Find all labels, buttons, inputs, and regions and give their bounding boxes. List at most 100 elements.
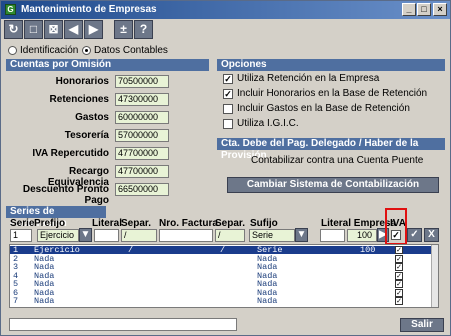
minimize-button[interactable]: _ xyxy=(402,3,416,16)
prefijo-select[interactable]: Ejercicio xyxy=(37,229,79,242)
serie-input[interactable]: 1 xyxy=(10,229,32,242)
series-cell-sufijo: Nada xyxy=(257,279,278,289)
opcion-checkbox[interactable]: ✓ xyxy=(223,74,233,84)
provision-header: Cta. Debe del Pag. Delegado / Haber de l… xyxy=(217,138,445,161)
series-cell-prefijo: Nada xyxy=(34,262,55,272)
series-iva-checkbox[interactable]: ✓ xyxy=(395,280,403,288)
series-cell-num: 1 xyxy=(13,245,19,255)
series-cell-empresa: 100 xyxy=(360,245,376,255)
empresa-value-input[interactable]: 100 xyxy=(347,229,377,242)
opcion-label: Incluir Gastos en la Base de Retención xyxy=(237,103,410,114)
status-bar xyxy=(9,318,237,331)
cuenta-value-input[interactable]: 47700000 xyxy=(115,147,169,160)
sufijo-dropdown-icon[interactable]: ▼ xyxy=(295,228,308,242)
series-row[interactable]: 6 Nada Nada ✓ xyxy=(10,288,433,297)
cuenta-value-input[interactable]: 47300000 xyxy=(115,93,169,106)
title-bar: G Mantenimiento de Empresas _ □ × xyxy=(1,1,450,19)
cuenta-value-input[interactable]: 47700000 xyxy=(115,165,169,178)
series-cell-prefijo: Ejercicio xyxy=(34,245,80,255)
series-cell-sufijo: Nada xyxy=(257,296,278,306)
help-icon[interactable]: ? xyxy=(134,20,153,39)
series-iva-checkbox[interactable]: ✓ xyxy=(395,246,403,254)
cuenta-value-input[interactable]: 66500000 xyxy=(115,183,169,196)
col-prefijo: Prefijo xyxy=(34,218,66,229)
series-iva-checkbox[interactable]: ✓ xyxy=(395,271,403,280)
cuenta-label: Retenciones xyxy=(49,94,109,105)
series-cell-sep1: / xyxy=(128,245,134,255)
series-scrollbar[interactable] xyxy=(431,245,438,307)
cuenta-value-input[interactable]: 70500000 xyxy=(115,75,169,88)
cuenta-value-input[interactable]: 57000000 xyxy=(115,129,169,142)
opcion-checkbox[interactable] xyxy=(223,119,233,129)
opcion-checkbox[interactable]: ✓ xyxy=(223,89,233,99)
series-row[interactable]: 7 Nada Nada ✓ xyxy=(10,297,433,305)
tab-datos-contables-radio[interactable] xyxy=(82,46,91,55)
opcion-label: Utiliza I.G.I.C. xyxy=(237,118,299,129)
series-iva-checkbox[interactable]: ✓ xyxy=(395,297,403,305)
cuenta-label: Tesorería xyxy=(64,130,109,141)
series-header: Series de Facturación xyxy=(6,206,106,229)
col-nro-factura: Nro. Factura xyxy=(159,218,218,229)
sufijo-select[interactable]: Serie xyxy=(249,229,295,242)
series-row[interactable]: 3 Nada Nada ✓ xyxy=(10,263,433,271)
col-literal: Literal xyxy=(92,218,123,229)
series-row[interactable]: 4 Nada Nada ✓ xyxy=(10,271,433,280)
literal-input[interactable] xyxy=(94,229,119,242)
tab-identificacion-radio[interactable] xyxy=(8,46,17,55)
tab-datos-contables[interactable]: Datos Contables xyxy=(94,45,168,56)
series-cell-prefijo: Nada xyxy=(34,279,55,289)
col-separ: Separ. xyxy=(121,218,152,229)
series-cell-sep2: / xyxy=(220,245,226,255)
col-sufijo: Sufijo xyxy=(250,218,278,229)
cuenta-label: Honorarios xyxy=(55,76,109,87)
provision-text: Contabilizar contra una Cuenta Puente xyxy=(251,155,424,166)
series-cell-sufijo: Nada xyxy=(257,262,278,272)
delete-icon[interactable]: ⊠ xyxy=(44,20,63,39)
series-iva-checkbox[interactable]: ✓ xyxy=(395,263,403,271)
prev-icon[interactable]: ◀ xyxy=(64,20,83,39)
series-row[interactable]: 5 Nada Nada ✓ xyxy=(10,280,433,288)
series-cell-num: 7 xyxy=(13,296,19,306)
close-button[interactable]: × xyxy=(433,3,447,16)
separ-input[interactable]: / xyxy=(121,229,157,242)
plus-minus-icon[interactable]: ± xyxy=(114,20,133,39)
accept-icon[interactable]: ✓ xyxy=(407,228,422,242)
series-iva-checkbox[interactable]: ✓ xyxy=(395,288,403,297)
tab-identificacion[interactable]: Identificación xyxy=(20,45,78,56)
toolbar: ↻ □ ⊠ ◀ ▶ ± ? xyxy=(3,20,449,40)
cuenta-label: Gastos xyxy=(75,112,109,123)
window-title: Mantenimiento de Empresas xyxy=(21,4,157,15)
nro-factura-input[interactable] xyxy=(159,229,213,242)
col-separ2: Separ. xyxy=(215,218,246,229)
cuenta-value-input[interactable]: 60000000 xyxy=(115,111,169,124)
next-icon[interactable]: ▶ xyxy=(84,20,103,39)
app-icon: G xyxy=(5,4,16,15)
series-row[interactable]: 2 Nada Nada ✓ xyxy=(10,254,433,263)
refresh-icon[interactable]: ↻ xyxy=(4,20,23,39)
opciones-header: Opciones xyxy=(217,59,445,71)
salir-button[interactable]: Salir xyxy=(400,318,444,332)
cambiar-sistema-button[interactable]: Cambiar Sistema de Contabilización xyxy=(227,177,439,193)
cuentas-header: Cuentas por Omisión xyxy=(6,59,209,71)
series-iva-checkbox[interactable]: ✓ xyxy=(395,254,403,263)
series-row[interactable]: 1 Ejercicio / / Serie 100 ✓ xyxy=(10,246,433,254)
literal-empresa-input[interactable] xyxy=(320,229,345,242)
cuenta-label: Descuento Pronto Pago xyxy=(22,184,109,206)
prefijo-dropdown-icon[interactable]: ▼ xyxy=(79,228,92,242)
main-window: G Mantenimiento de Empresas _ □ × ↻ □ ⊠ … xyxy=(0,0,451,336)
new-icon[interactable]: □ xyxy=(24,20,43,39)
opcion-label: Incluir Honorarios en la Base de Retenci… xyxy=(237,88,428,99)
col-serie: Serie xyxy=(10,218,35,229)
opcion-checkbox[interactable] xyxy=(223,104,233,114)
series-cell-prefijo: Nada xyxy=(34,296,55,306)
separ2-input[interactable]: / xyxy=(215,229,245,242)
series-cell-sufijo: Serie xyxy=(257,245,283,255)
series-cell-num: 3 xyxy=(13,262,19,272)
opcion-label: Utiliza Retención en la Empresa xyxy=(237,73,380,84)
series-cell-num: 5 xyxy=(13,279,19,289)
iva-checkbox[interactable]: ✓ xyxy=(391,230,401,240)
cuenta-label: IVA Repercutido xyxy=(32,148,109,159)
maximize-button[interactable]: □ xyxy=(417,3,431,16)
series-list[interactable]: 1 Ejercicio / / Serie 100 ✓ 2 Nada Nada ✓ 3 Nada Nada… xyxy=(9,244,439,308)
cancel-icon[interactable]: X xyxy=(424,228,439,242)
